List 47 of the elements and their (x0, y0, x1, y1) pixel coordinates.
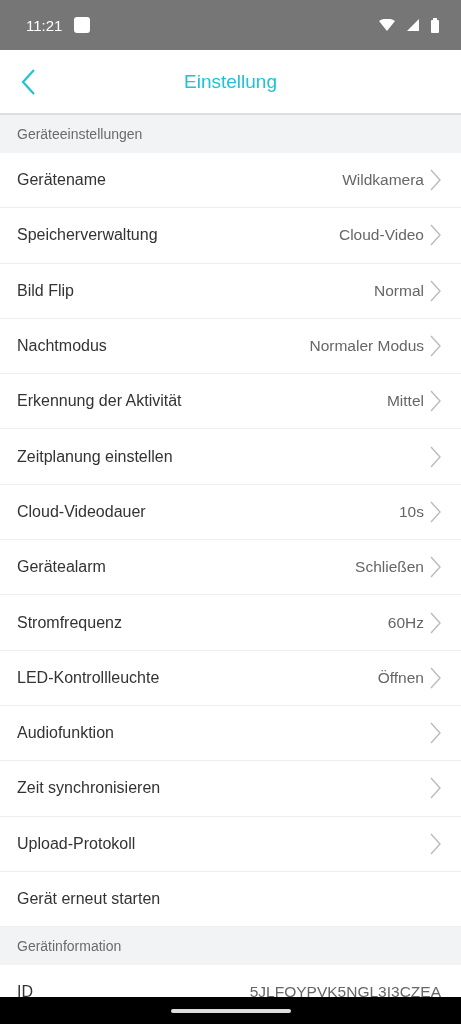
row-value: Öffnen (377, 668, 424, 687)
row-label: Bild Flip (17, 281, 75, 300)
wifi-icon (379, 19, 395, 31)
row-label: Zeitplanung einstellen (17, 447, 174, 466)
row-label: Erkennung der Aktivität (17, 392, 183, 411)
row-label: Upload-Protokoll (17, 834, 137, 853)
row-value: Normaler Modus (309, 337, 424, 356)
settings-row[interactable]: Upload-Protokoll (0, 816, 461, 872)
row-value: Cloud-Video (338, 226, 424, 245)
row-label: Audiofunktion (17, 724, 115, 743)
row-label: Gerätename (17, 171, 107, 190)
home-handle[interactable] (170, 1008, 291, 1013)
signal-icon (407, 19, 419, 31)
settings-row[interactable]: Nachtmodus Normaler Modus (0, 318, 461, 375)
notification-icon (74, 17, 91, 33)
battery-icon (431, 17, 439, 33)
row-value: 10s (399, 502, 424, 521)
row-label: ID (17, 983, 34, 997)
settings-row[interactable]: LED-Kontrollleuchte Öffnen (0, 650, 461, 706)
row-label: Nachtmodus (17, 337, 108, 356)
row-label: Gerätealarm (17, 558, 107, 577)
row-value: Normal (374, 281, 424, 300)
settings-row[interactable]: Zeitplanung einstellen (0, 429, 461, 485)
row-label: Zeit synchronisieren (17, 779, 162, 798)
row-value: Schließen (355, 558, 424, 577)
row-label: Cloud-Videodauer (17, 502, 147, 521)
row-label: Stromfrequenz (17, 613, 123, 632)
settings-row[interactable]: Gerätename Wildkamera (0, 153, 461, 209)
settings-row[interactable]: Bild Flip Normal (0, 263, 461, 319)
status-time: 11:21 (26, 16, 63, 34)
settings-row[interactable]: Stromfrequenz 60Hz (0, 595, 461, 651)
page-title: Einstellung (184, 70, 277, 93)
section-title: Gerätinformation (17, 938, 122, 955)
row-value: 60Hz (387, 613, 424, 632)
row-value: Wildkamera (342, 171, 424, 190)
row-value: Mittel (386, 392, 424, 411)
settings-row[interactable]: Zeit synchronisieren (0, 761, 461, 817)
settings-row[interactable]: Cloud-Videodauer 10s (0, 484, 461, 541)
row-label: Speicherverwaltung (17, 226, 159, 245)
section-title: Geräteeinstellungen (17, 126, 143, 142)
row-label: Gerät erneut starten (17, 890, 162, 908)
settings-row[interactable]: Gerätealarm Schließen (0, 540, 461, 596)
row-value: 5JLFOYPVK5NGL3I3CZEA (249, 983, 441, 997)
settings-row[interactable]: Speicherverwaltung Cloud-Video (0, 208, 461, 264)
settings-row[interactable]: Audiofunktion (0, 705, 461, 762)
row-label: LED-Kontrollleuchte (17, 668, 161, 687)
settings-row[interactable]: Erkennung der Aktivität Mittel (0, 374, 461, 430)
